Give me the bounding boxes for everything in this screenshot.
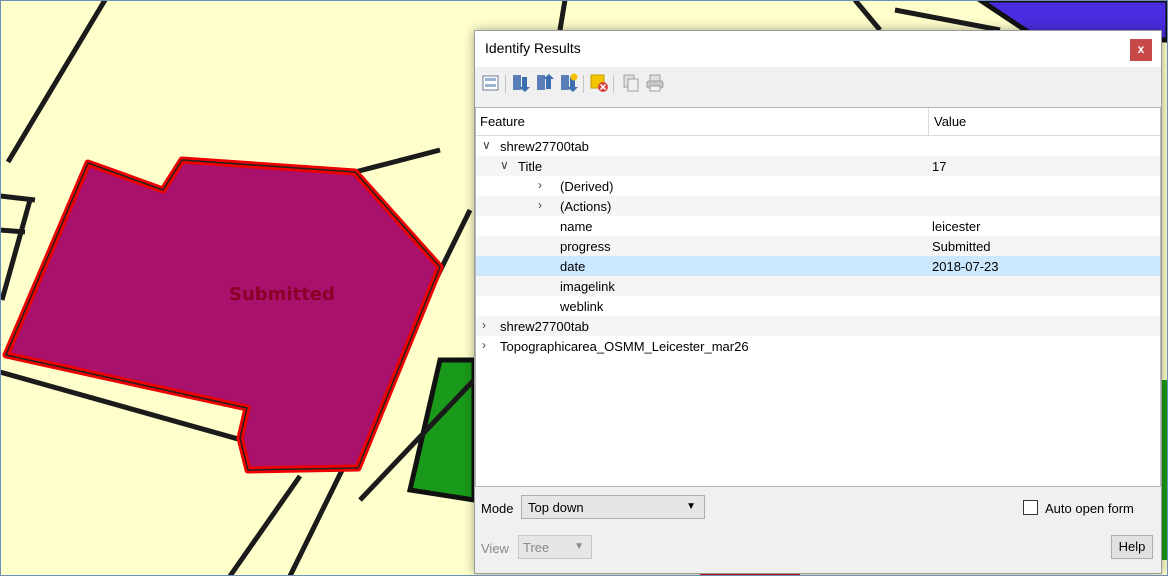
chevron-down-icon[interactable]: ∨ [500, 158, 510, 172]
mode-label: Mode [481, 501, 514, 516]
chevron-right-icon[interactable]: › [482, 338, 492, 352]
help-button[interactable]: Help [1111, 535, 1153, 559]
tree-row-attribute[interactable]: weblink [476, 296, 1160, 316]
dropdown-arrow-icon: ▼ [574, 541, 584, 552]
view-dropdown-value: Tree [523, 540, 550, 555]
tree-row-label: imagelink [560, 279, 615, 294]
tree-row-actions[interactable]: › (Actions) [476, 196, 1160, 216]
identify-results-dialog: Identify Results x Feature Value ∨ shrew… [474, 30, 1162, 574]
tree-row-attribute[interactable]: progress Submitted [476, 236, 1160, 256]
tree-row-value: leicester [932, 219, 981, 234]
results-tree[interactable]: Feature Value ∨ shrew27700tab ∨ Title 17… [475, 107, 1161, 487]
tree-row-label: shrew27700tab [500, 319, 589, 334]
auto-open-form-label[interactable]: Auto open form [1045, 501, 1134, 516]
view-label: View [481, 541, 509, 556]
tree-row-label: name [560, 219, 593, 234]
tree-row-attribute-selected[interactable]: date 2018-07-23 [476, 256, 1160, 276]
expand-new-icon[interactable] [559, 73, 579, 93]
tree-row-label: (Derived) [560, 179, 614, 194]
tree-row-attribute[interactable]: imagelink [476, 276, 1160, 296]
tree-row-attribute[interactable]: name leicester [476, 216, 1160, 236]
tree-row-label: Title [518, 159, 543, 174]
dialog-title: Identify Results [485, 40, 581, 56]
column-header-value[interactable]: Value [934, 114, 966, 129]
tree-row-layer[interactable]: › shrew27700tab [476, 316, 1160, 336]
column-header-feature[interactable]: Feature [480, 114, 525, 129]
dialog-titlebar[interactable]: Identify Results x [475, 31, 1161, 67]
tree-row-label: progress [560, 239, 611, 254]
tree-row-label: shrew27700tab [500, 139, 589, 154]
tree-row-label: weblink [560, 299, 604, 314]
tree-row-feature[interactable]: ∨ Title 17 [476, 156, 1160, 176]
copy-icon[interactable] [621, 73, 641, 93]
toolbar-separator [505, 75, 506, 93]
expand-all-icon[interactable] [511, 73, 531, 93]
expand-tree-icon[interactable] [481, 73, 501, 93]
tree-row-value: 2018-07-23 [932, 259, 999, 274]
tree-row-value: 17 [932, 159, 947, 174]
toolbar-separator [613, 75, 614, 93]
column-divider[interactable] [928, 108, 929, 135]
chevron-down-icon[interactable]: ∨ [482, 138, 492, 152]
tree-row-label: date [560, 259, 586, 274]
identify-toolbar [475, 69, 1161, 99]
tree-row-layer[interactable]: ∨ shrew27700tab [476, 136, 1160, 156]
toolbar-separator [583, 75, 584, 93]
tree-row-value: Submitted [932, 239, 991, 254]
dropdown-arrow-icon: ▼ [686, 501, 696, 512]
tree-row-derived[interactable]: › (Derived) [476, 176, 1160, 196]
mode-dropdown-value: Top down [528, 500, 584, 515]
chevron-right-icon[interactable]: › [538, 198, 548, 212]
tree-header: Feature Value [476, 108, 1160, 136]
print-icon[interactable] [645, 73, 665, 93]
tree-row-label: (Actions) [560, 199, 612, 214]
auto-open-form-checkbox[interactable] [1023, 500, 1038, 515]
chevron-right-icon[interactable]: › [538, 178, 548, 192]
map-polygon-label: Submitted [229, 284, 335, 305]
mode-dropdown[interactable]: Top down ▼ [521, 495, 705, 519]
tree-row-label: Topographicarea_OSMM_Leicester_mar26 [500, 339, 749, 354]
close-button[interactable]: x [1130, 39, 1152, 61]
clear-highlight-icon[interactable] [589, 73, 609, 93]
chevron-right-icon[interactable]: › [482, 318, 492, 332]
collapse-all-icon[interactable] [535, 73, 555, 93]
view-dropdown: Tree ▼ [518, 535, 592, 559]
tree-row-layer[interactable]: › Topographicarea_OSMM_Leicester_mar26 [476, 336, 1160, 356]
